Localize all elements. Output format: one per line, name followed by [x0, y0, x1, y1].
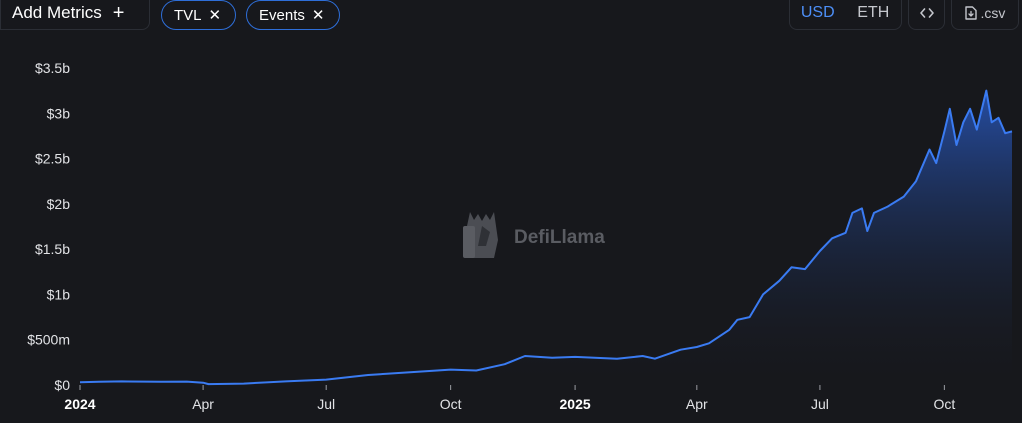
metric-chip-events[interactable]: Events ✕ [246, 0, 340, 30]
chart-toolbar: Add Metrics + TVL ✕ Events ✕ USD ETH .cs… [0, 0, 1022, 30]
close-icon[interactable]: ✕ [312, 8, 325, 23]
y-tick-label: $2b [47, 196, 71, 212]
y-tick-label: $3b [47, 105, 71, 121]
x-tick-label: Apr [192, 396, 214, 412]
x-tick-label: Jul [811, 396, 829, 412]
y-axis-ticks: $0 $500m $1b $1.5b $2b $2.5b $3b $3.5b [27, 60, 70, 393]
x-tick-label: Oct [933, 396, 955, 412]
y-tick-label: $2.5b [35, 151, 70, 167]
embed-button[interactable] [908, 0, 945, 30]
close-icon[interactable]: ✕ [209, 8, 222, 23]
metric-chip-tvl[interactable]: TVL ✕ [161, 0, 236, 30]
y-tick-label: $1.5b [35, 241, 70, 257]
add-metrics-label: Add Metrics [12, 2, 102, 22]
x-tick-label: Apr [686, 396, 708, 412]
plus-icon: + [112, 1, 125, 24]
currency-option-usd[interactable]: USD [790, 4, 846, 22]
file-download-icon [964, 5, 977, 20]
code-icon [919, 7, 934, 18]
x-tick-label: Jul [317, 396, 335, 412]
x-tick-label: 2025 [560, 396, 591, 412]
tvl-area-chart: DefiLlama $0 $500m $1b $1.5b $2b $2.5b $3b $3.5… [27, 60, 1013, 412]
chip-label: Events [259, 6, 305, 24]
y-tick-label: $3.5b [35, 60, 70, 76]
chip-label: TVL [174, 6, 202, 24]
csv-label: .csv [980, 4, 1006, 21]
currency-option-eth[interactable]: ETH [846, 4, 902, 22]
defillama-watermark: DefiLlama [463, 212, 605, 258]
watermark-text: DefiLlama [514, 227, 605, 248]
x-tick-label: Oct [440, 396, 462, 412]
add-metrics-button[interactable]: Add Metrics + [0, 0, 150, 30]
y-tick-label: $500m [27, 332, 70, 348]
x-axis-ticks: 2024 Apr Jul Oct 2025 Apr Jul Oct [64, 385, 955, 412]
y-tick-label: $1b [47, 286, 71, 302]
x-tick-label: 2024 [64, 396, 95, 412]
y-tick-label: $0 [54, 377, 70, 393]
download-csv-button[interactable]: .csv [951, 0, 1019, 30]
currency-toggle: USD ETH [789, 0, 902, 30]
